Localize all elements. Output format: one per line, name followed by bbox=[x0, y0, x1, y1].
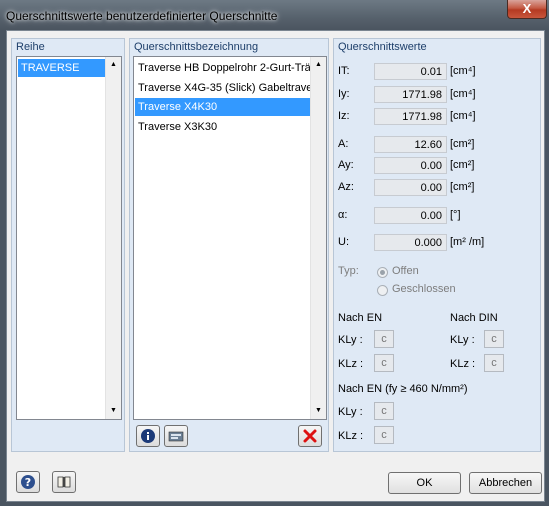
reihe-label: Reihe bbox=[16, 41, 45, 53]
en-klz-field[interactable]: c bbox=[374, 354, 394, 372]
import-icon bbox=[168, 431, 184, 442]
az-value: 0.00 bbox=[374, 179, 447, 196]
radio-offen[interactable] bbox=[377, 267, 388, 278]
ay-value: 0.00 bbox=[374, 157, 447, 174]
fy-kly-field[interactable]: c bbox=[374, 402, 394, 420]
iy-label: Iy: bbox=[338, 88, 350, 100]
typ-label: Typ: bbox=[338, 265, 359, 277]
a-value: 12.60 bbox=[374, 136, 447, 153]
help-icon: ? bbox=[21, 475, 35, 489]
iz-unit: [cm⁴] bbox=[450, 110, 476, 122]
az-label: Az: bbox=[338, 181, 354, 193]
iz-value: 1771.98 bbox=[374, 108, 447, 125]
werte-panel: Querschnittswerte IT: 0.01 [cm⁴] Iy: 177… bbox=[333, 38, 541, 452]
din-klz-field[interactable]: c bbox=[484, 354, 504, 372]
bezeichnung-panel: Querschnittsbezeichnung Traverse HB Dopp… bbox=[129, 38, 329, 452]
close-icon: X bbox=[522, 1, 532, 16]
dialog-body: Reihe TRAVERSE ▲ ▼ Querschnittsbezeichnu… bbox=[6, 30, 545, 502]
nach-din-label: Nach DIN bbox=[450, 312, 498, 324]
scroll-up-icon[interactable]: ▲ bbox=[106, 57, 121, 73]
din-klz-label: KLz : bbox=[450, 358, 476, 370]
offen-label: Offen bbox=[392, 265, 419, 277]
alpha-unit: [°] bbox=[450, 209, 461, 221]
din-kly-label: KLy : bbox=[450, 334, 475, 346]
en-kly-label: KLy : bbox=[338, 334, 363, 346]
list-item[interactable]: Traverse HB Doppelrohr 2-Gurt-Träg bbox=[135, 59, 310, 77]
nach-en-fy-label: Nach EN (fy ≥ 460 N/mm²) bbox=[338, 383, 468, 395]
reihe-panel: Reihe TRAVERSE ▲ ▼ bbox=[11, 38, 125, 452]
ay-unit: [cm²] bbox=[450, 159, 475, 171]
din-kly-field[interactable]: c bbox=[484, 330, 504, 348]
u-label: U: bbox=[338, 236, 349, 248]
bezeichnung-scrollbar[interactable]: ▲ ▼ bbox=[310, 57, 326, 419]
delete-button[interactable] bbox=[298, 425, 322, 447]
units-button[interactable] bbox=[52, 471, 76, 493]
bezeichnung-list[interactable]: Traverse HB Doppelrohr 2-Gurt-Träg Trave… bbox=[133, 56, 327, 420]
iy-unit: [cm⁴] bbox=[450, 88, 476, 100]
close-button[interactable]: X bbox=[507, 0, 547, 19]
reihe-item-traverse[interactable]: TRAVERSE bbox=[18, 59, 105, 77]
svg-text:?: ? bbox=[25, 476, 31, 489]
import-button[interactable] bbox=[164, 425, 188, 447]
geschlossen-label: Geschlossen bbox=[392, 283, 456, 295]
alpha-label: α: bbox=[338, 209, 348, 221]
it-value: 0.01 bbox=[374, 63, 447, 80]
ay-label: Ay: bbox=[338, 159, 354, 171]
list-item[interactable]: Traverse X4G-35 (Slick) Gabeltraver bbox=[135, 79, 310, 97]
nach-en-label: Nach EN bbox=[338, 312, 383, 324]
delete-icon bbox=[303, 429, 317, 443]
book-icon bbox=[57, 476, 71, 488]
u-value: 0.000 bbox=[374, 234, 447, 251]
fy-klz-label: KLz : bbox=[338, 430, 364, 442]
fy-klz-field[interactable]: c bbox=[374, 426, 394, 444]
reihe-list[interactable]: TRAVERSE ▲ ▼ bbox=[16, 56, 122, 420]
reihe-scrollbar[interactable]: ▲ ▼ bbox=[105, 57, 121, 419]
ok-button[interactable]: OK bbox=[388, 472, 461, 494]
en-kly-field[interactable]: c bbox=[374, 330, 394, 348]
list-item[interactable]: Traverse X4K30 bbox=[135, 98, 310, 116]
bezeichnung-label: Querschnittsbezeichnung bbox=[134, 41, 259, 53]
a-label: A: bbox=[338, 138, 349, 150]
fy-kly-label: KLy : bbox=[338, 406, 363, 418]
it-label: IT: bbox=[338, 65, 350, 77]
az-unit: [cm²] bbox=[450, 181, 475, 193]
info-button[interactable] bbox=[136, 425, 160, 447]
window-title: Querschnittswerte benutzerdefinierter Qu… bbox=[6, 9, 278, 23]
info-icon bbox=[141, 429, 155, 443]
radio-geschlossen[interactable] bbox=[377, 285, 388, 296]
iz-label: Iz: bbox=[338, 110, 350, 122]
iy-value: 1771.98 bbox=[374, 86, 447, 103]
scroll-down-icon[interactable]: ▼ bbox=[106, 403, 121, 419]
title-bar[interactable]: Querschnittswerte benutzerdefinierter Qu… bbox=[0, 0, 549, 30]
a-unit: [cm²] bbox=[450, 138, 475, 150]
scroll-up-icon[interactable]: ▲ bbox=[311, 57, 326, 73]
en-klz-label: KLz : bbox=[338, 358, 364, 370]
it-unit: [cm⁴] bbox=[450, 65, 476, 77]
cancel-button[interactable]: Abbrechen bbox=[469, 472, 542, 494]
scroll-down-icon[interactable]: ▼ bbox=[311, 403, 326, 419]
u-unit: [m² /m] bbox=[450, 236, 485, 248]
alpha-value: 0.00 bbox=[374, 207, 447, 224]
help-button[interactable]: ? bbox=[16, 471, 40, 493]
werte-label: Querschnittswerte bbox=[338, 41, 427, 53]
list-item[interactable]: Traverse X3K30 bbox=[135, 118, 310, 136]
